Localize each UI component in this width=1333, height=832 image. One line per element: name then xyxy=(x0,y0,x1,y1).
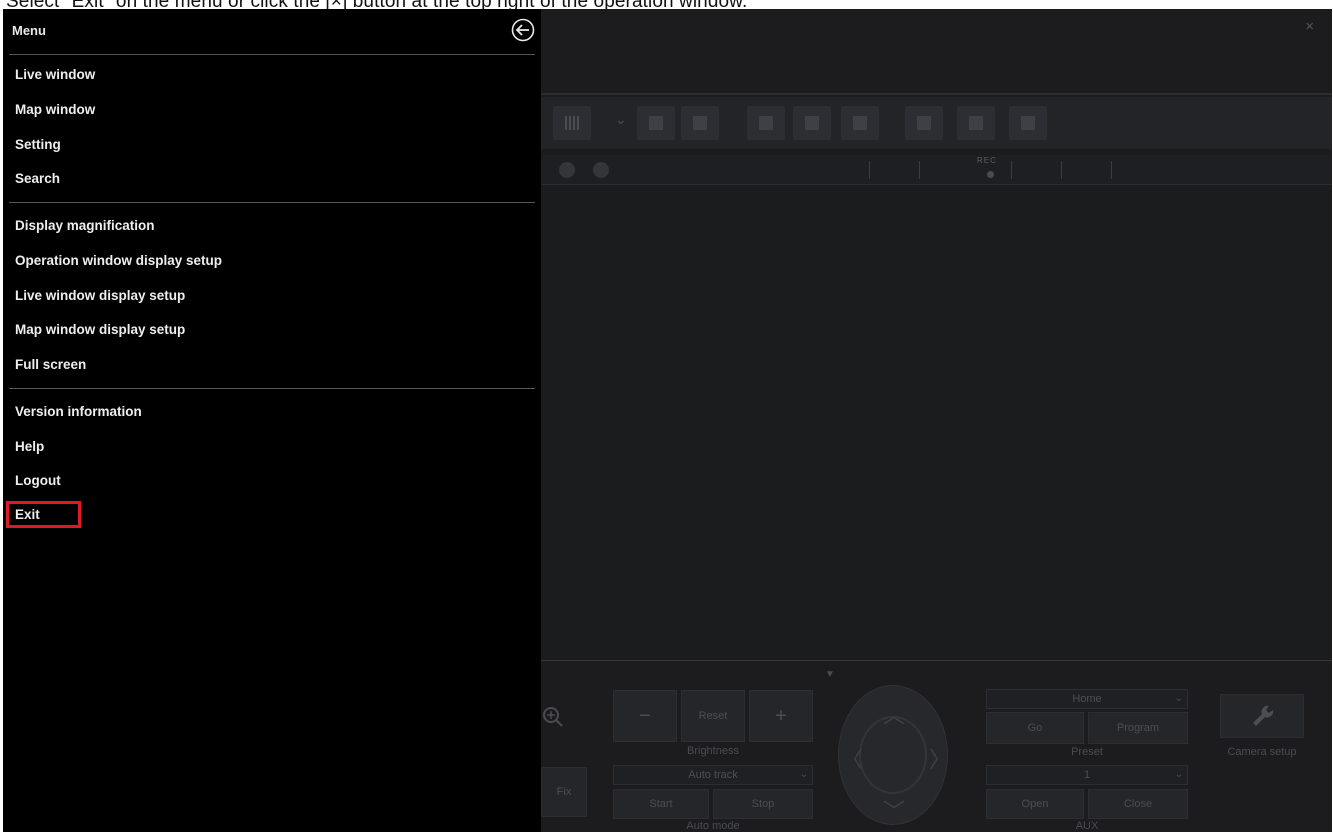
link-button[interactable] xyxy=(841,106,879,140)
menu-item-help[interactable]: Help xyxy=(15,438,44,456)
menu-divider xyxy=(9,202,535,203)
chevron-down-icon: ⌄ xyxy=(1174,769,1183,780)
sequence-button[interactable] xyxy=(793,106,831,140)
monitor-button[interactable] xyxy=(905,106,943,140)
preset-select[interactable]: Home ⌄ xyxy=(986,689,1188,709)
aux-select-value: 1 xyxy=(1083,769,1091,781)
rec-indicator xyxy=(987,171,994,178)
pan-down-icon[interactable]: ﹀ xyxy=(883,794,905,826)
info-icon xyxy=(593,162,609,178)
collapse-handle-icon[interactable]: ▼ xyxy=(825,669,835,680)
menu-item-setting[interactable]: Setting xyxy=(15,136,61,154)
menu-panel: Menu Live window Map window Setting Sear… xyxy=(3,9,541,832)
rec-label: REC xyxy=(977,156,997,165)
chevron-down-icon[interactable]: ⌄ xyxy=(615,111,627,128)
alarm-icon xyxy=(559,162,575,178)
menu-divider xyxy=(9,388,535,389)
aux-open-button[interactable]: Open xyxy=(986,789,1084,819)
aux-label: AUX xyxy=(1075,820,1099,832)
brightness-minus-button[interactable]: − xyxy=(613,690,677,742)
chevron-down-icon: ⌄ xyxy=(799,769,808,780)
separator xyxy=(1111,161,1112,179)
menu-divider xyxy=(9,54,535,55)
auto-mode-select-value: Auto track xyxy=(688,769,738,781)
preset-select-value: Home xyxy=(1072,693,1102,705)
ptz-control[interactable]: ︿ ﹀ 〈 〉 xyxy=(838,685,951,826)
menu-item-display-magnification[interactable]: Display magnification xyxy=(15,217,155,235)
camera-viewer xyxy=(541,187,1332,659)
brightness-plus-button[interactable]: + xyxy=(749,690,813,742)
snapshot-button[interactable] xyxy=(957,106,995,140)
menu-item-map-window-display-setup[interactable]: Map window display setup xyxy=(15,321,185,339)
fix-button[interactable]: Fix xyxy=(541,767,587,817)
menu-item-operation-window-display-setup[interactable]: Operation window display setup xyxy=(15,252,222,270)
toolbar: ⌄ xyxy=(541,97,1332,149)
menu-title: Menu xyxy=(12,23,46,38)
camera-setup-label: Camera setup xyxy=(1227,746,1297,758)
auto-start-button[interactable]: Start xyxy=(613,789,709,819)
auto-mode-select[interactable]: Auto track ⌄ xyxy=(613,765,813,785)
auto-mode-label: Auto mode xyxy=(686,820,740,832)
menu-item-full-screen[interactable]: Full screen xyxy=(15,356,86,374)
menu-item-search[interactable]: Search xyxy=(15,170,60,188)
aux-select[interactable]: 1 ⌄ xyxy=(986,765,1188,785)
brightness-reset-button[interactable]: Reset xyxy=(681,690,745,742)
preset-label: Preset xyxy=(1071,746,1103,758)
exit-highlight-box xyxy=(6,501,81,528)
split-view-button[interactable] xyxy=(637,106,675,140)
separator xyxy=(1011,161,1012,179)
menu-item-logout[interactable]: Logout xyxy=(15,472,61,490)
separator xyxy=(919,161,920,179)
aux-close-button[interactable]: Close xyxy=(1088,789,1188,819)
preset-program-button[interactable]: Program xyxy=(1088,712,1188,744)
print-button[interactable] xyxy=(1009,106,1047,140)
chevron-down-icon: ⌄ xyxy=(1174,693,1183,704)
brightness-label: Brightness xyxy=(687,745,739,757)
divider xyxy=(541,93,1332,95)
menu-item-live-window-display-setup[interactable]: Live window display setup xyxy=(15,287,185,305)
fullscreen-icon[interactable] xyxy=(747,106,785,140)
single-view-button[interactable] xyxy=(681,106,719,140)
pan-left-icon[interactable]: 〈 xyxy=(841,742,863,774)
pan-up-icon[interactable]: ︿ xyxy=(883,698,905,730)
zoom-in-icon[interactable] xyxy=(541,704,565,730)
menu-item-live-window[interactable]: Live window xyxy=(15,66,95,84)
layout-grid-button[interactable] xyxy=(553,106,591,140)
auto-stop-button[interactable]: Stop xyxy=(713,789,813,819)
menu-item-version-information[interactable]: Version information xyxy=(15,403,142,421)
menu-item-map-window[interactable]: Map window xyxy=(15,101,95,119)
status-bar: REC xyxy=(541,155,1332,185)
camera-setup-button[interactable] xyxy=(1220,694,1304,738)
back-arrow-icon[interactable] xyxy=(511,18,535,42)
wrench-icon xyxy=(1253,705,1274,726)
pan-right-icon[interactable]: 〉 xyxy=(929,742,951,774)
close-icon[interactable]: × xyxy=(1305,18,1314,35)
separator xyxy=(869,161,870,179)
operation-window: × ⌄ REC ▼ Fix − Reset + Brightness Auto … xyxy=(3,9,1332,832)
divider xyxy=(541,660,1332,661)
separator xyxy=(1061,161,1062,179)
preset-go-button[interactable]: Go xyxy=(986,712,1084,744)
